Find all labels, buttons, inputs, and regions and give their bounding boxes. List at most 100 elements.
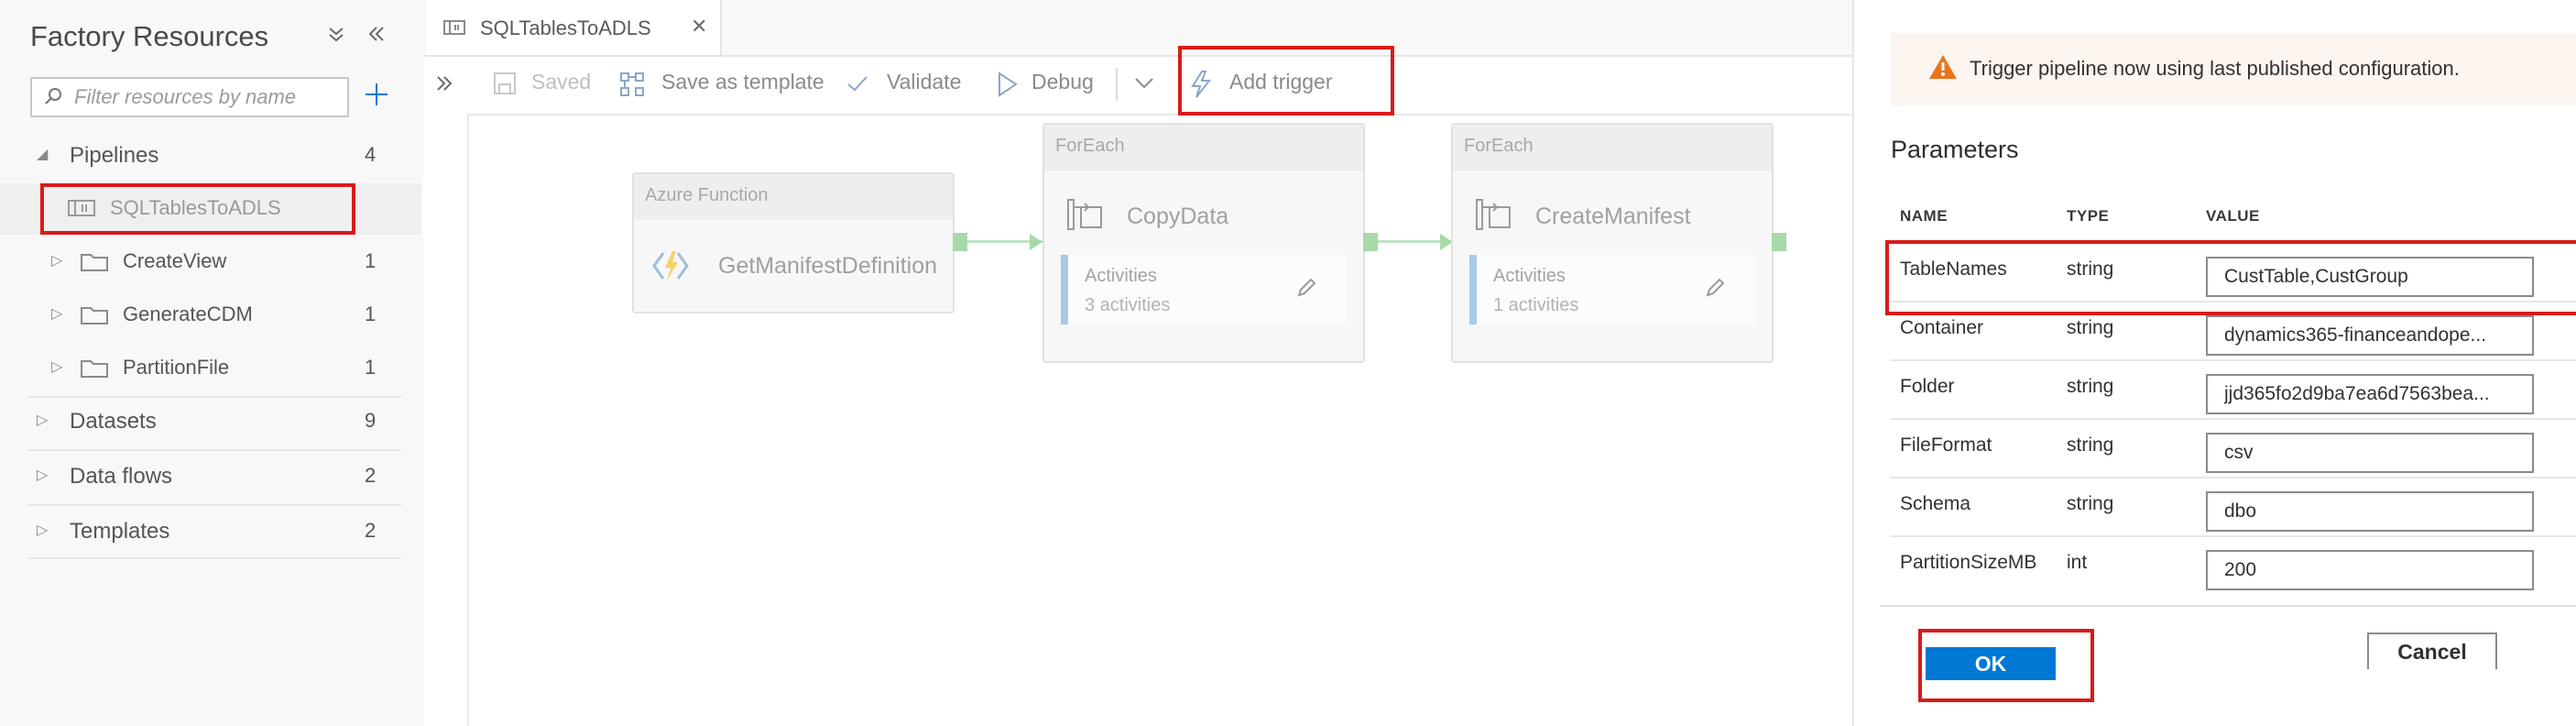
success-port[interactable] bbox=[1772, 233, 1786, 251]
success-port[interactable] bbox=[953, 233, 967, 251]
cancel-button[interactable]: Cancel bbox=[2367, 632, 2497, 669]
section-count: 2 bbox=[365, 464, 377, 487]
folder-count: 1 bbox=[365, 249, 377, 272]
caret-collapsed-icon: ▷ bbox=[51, 359, 63, 375]
save-icon bbox=[493, 72, 517, 100]
highlight-box bbox=[1178, 46, 1394, 116]
folder-count: 1 bbox=[365, 356, 377, 379]
search-icon bbox=[43, 86, 63, 111]
column-header-value: VALUE bbox=[2206, 207, 2260, 225]
caret-collapsed-icon: ▷ bbox=[37, 412, 49, 428]
parameter-type: string bbox=[2067, 376, 2114, 397]
parameters-title: Parameters bbox=[1891, 136, 2019, 163]
foreach-icon bbox=[1066, 198, 1103, 236]
collapse-all-icon[interactable] bbox=[326, 24, 346, 50]
section-count: 4 bbox=[365, 143, 377, 166]
close-icon[interactable]: ✕ bbox=[691, 15, 707, 38]
section-label: Pipelines bbox=[70, 143, 159, 168]
parameter-value-input[interactable] bbox=[2206, 550, 2534, 590]
arrow-head-icon bbox=[1030, 234, 1042, 250]
activity-name: GetManifestDefinition bbox=[718, 253, 938, 279]
highlight-box bbox=[1885, 240, 2576, 315]
parameter-value-input[interactable] bbox=[2206, 315, 2534, 356]
parameter-name: PartitionSizeMB bbox=[1900, 552, 2037, 573]
caret-collapsed-icon: ▷ bbox=[37, 468, 49, 483]
column-header-type: TYPE bbox=[2067, 207, 2110, 225]
activity-node-createmanifest[interactable]: ForEach CreateManifest Activities 1 acti… bbox=[1451, 123, 1774, 363]
collapse-panel-icon[interactable] bbox=[366, 24, 387, 50]
parameter-value-input[interactable] bbox=[2206, 374, 2534, 414]
folder-label: GenerateCDM bbox=[123, 302, 253, 325]
parameter-value-input[interactable] bbox=[2206, 491, 2534, 532]
resource-search-box[interactable] bbox=[30, 77, 349, 117]
azure-function-icon bbox=[652, 248, 689, 289]
activity-node-copydata[interactable]: ForEach CopyData Activities 3 activities bbox=[1042, 123, 1365, 363]
section-label: Data flows bbox=[70, 464, 173, 489]
folder-icon bbox=[81, 251, 108, 278]
parameter-type: string bbox=[2067, 317, 2114, 338]
parameter-row: PartitionSizeMB int bbox=[1891, 535, 2576, 596]
caret-collapsed-icon: ▷ bbox=[37, 522, 49, 538]
saved-button[interactable]: Saved bbox=[531, 70, 591, 94]
tree-section-datasets[interactable]: ▷ Datasets 9 bbox=[0, 398, 403, 446]
tree-section-templates[interactable]: ▷ Templates 2 bbox=[0, 508, 403, 556]
activities-box[interactable]: Activities 1 activities bbox=[1469, 255, 1755, 324]
divider bbox=[27, 449, 401, 451]
parameter-value-input[interactable] bbox=[2206, 433, 2534, 473]
tree-section-dataflows[interactable]: ▷ Data flows 2 bbox=[0, 453, 403, 500]
folder-icon bbox=[81, 304, 108, 331]
expand-panel-icon[interactable] bbox=[434, 73, 454, 98]
activity-name: CreateManifest bbox=[1535, 204, 1691, 229]
pipeline-icon bbox=[443, 20, 465, 39]
save-as-template-icon bbox=[619, 72, 645, 102]
checkmark-icon bbox=[846, 73, 868, 98]
activity-type-label: ForEach bbox=[1044, 125, 1363, 170]
parameter-name: Schema bbox=[1900, 493, 1971, 514]
canvas-side-strip bbox=[423, 57, 469, 726]
caret-expanded-icon: ◢ bbox=[37, 147, 49, 162]
folder-item-createview[interactable]: ▷ CreateView 1 bbox=[0, 238, 403, 286]
foreach-icon bbox=[1475, 198, 1512, 236]
parameter-type: int bbox=[2067, 552, 2088, 573]
highlight-box bbox=[1918, 629, 2094, 702]
warning-icon bbox=[1927, 53, 1959, 85]
folder-icon bbox=[81, 358, 108, 384]
tree-section-pipelines[interactable]: ◢ Pipelines 4 bbox=[0, 132, 403, 180]
success-port[interactable] bbox=[1363, 233, 1378, 251]
section-count: 9 bbox=[365, 409, 377, 432]
search-input[interactable] bbox=[72, 82, 342, 112]
activity-name: CopyData bbox=[1127, 204, 1229, 229]
column-header-name: NAME bbox=[1900, 207, 1948, 225]
edit-pencil-icon[interactable] bbox=[1704, 277, 1726, 303]
folder-count: 1 bbox=[365, 302, 377, 325]
chevron-down-icon[interactable] bbox=[1134, 77, 1154, 94]
activities-count: 3 activities bbox=[1085, 295, 1171, 315]
save-as-template-button[interactable]: Save as template bbox=[661, 70, 824, 94]
factory-resources-panel: Factory Resources ◢ Pipelines 4 SQLTable… bbox=[0, 0, 425, 726]
activities-label: Activities bbox=[1493, 266, 1566, 286]
section-label: Datasets bbox=[70, 409, 157, 434]
activities-box[interactable]: Activities 3 activities bbox=[1061, 255, 1347, 324]
edit-pencil-icon[interactable] bbox=[1295, 277, 1317, 303]
folder-item-generatecdm[interactable]: ▷ GenerateCDM 1 bbox=[0, 292, 403, 339]
activity-node-getmanifestdefinition[interactable]: Azure Function GetManifestDefinition bbox=[632, 172, 955, 314]
activity-type-label: ForEach bbox=[1453, 125, 1772, 170]
folder-item-partitionfile[interactable]: ▷ PartitionFile 1 bbox=[0, 345, 403, 392]
validate-button[interactable]: Validate bbox=[887, 70, 961, 94]
parameter-type: string bbox=[2067, 493, 2114, 514]
pipeline-toolbar: Saved Save as template Validate Debug Ad… bbox=[467, 57, 1852, 116]
tab-sqltablestoadls[interactable]: SQLTablesToADLS ✕ bbox=[427, 0, 722, 55]
activity-type-label: Azure Function bbox=[634, 174, 953, 220]
parameter-name: Container bbox=[1900, 317, 1984, 338]
debug-button[interactable]: Debug bbox=[1031, 70, 1094, 94]
panel-title: Factory Resources bbox=[30, 20, 269, 52]
warning-text: Trigger pipeline now using last publishe… bbox=[1970, 57, 2460, 80]
parameter-row: Schema string bbox=[1891, 477, 2576, 537]
parameter-type: string bbox=[2067, 434, 2114, 456]
activities-count: 1 activities bbox=[1493, 295, 1579, 315]
divider bbox=[27, 504, 401, 506]
play-icon bbox=[997, 72, 1019, 102]
add-resource-icon[interactable] bbox=[363, 81, 390, 113]
toolbar-divider bbox=[1116, 68, 1118, 101]
parameter-name: Folder bbox=[1900, 376, 1955, 397]
